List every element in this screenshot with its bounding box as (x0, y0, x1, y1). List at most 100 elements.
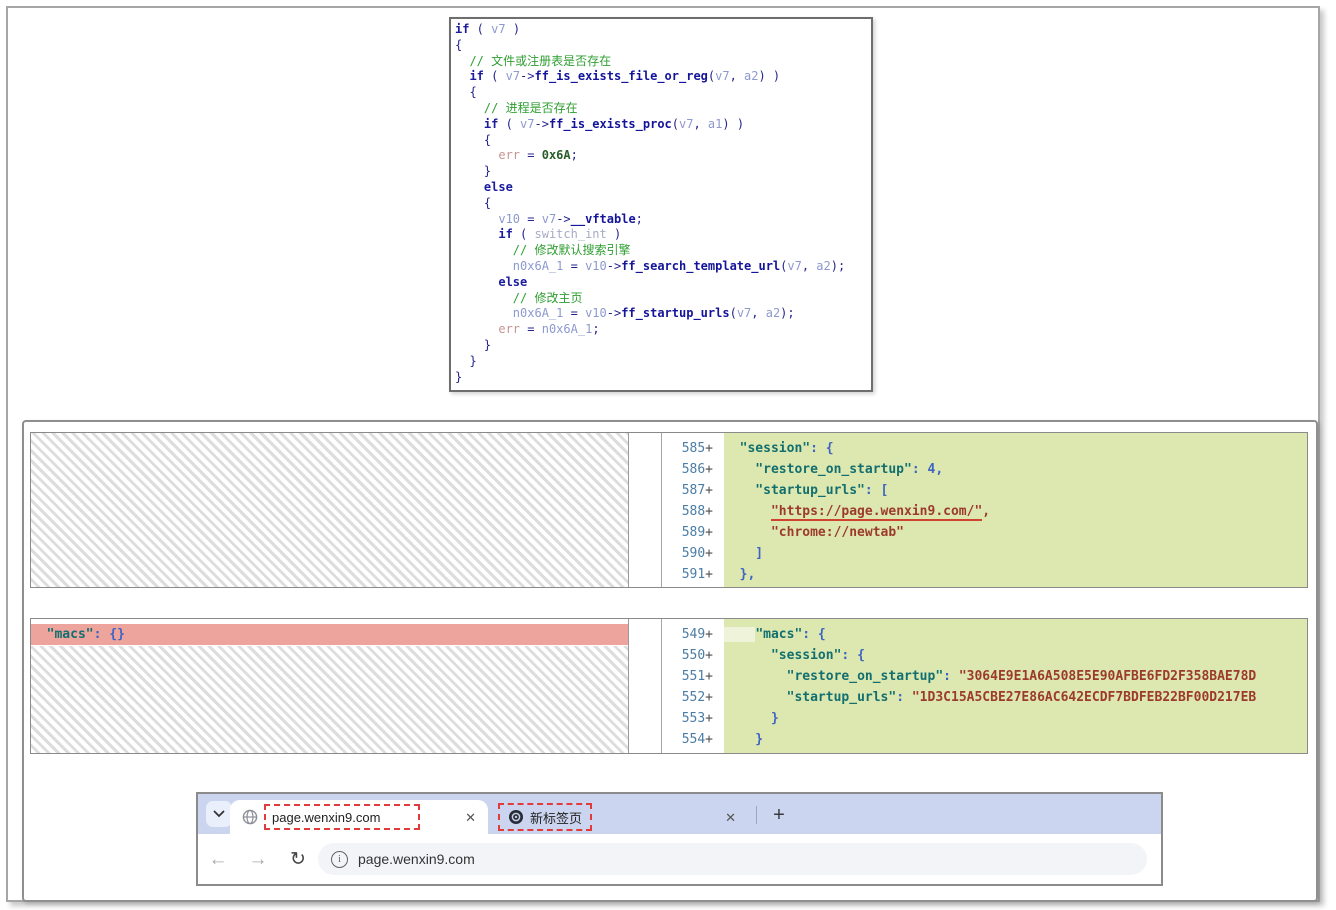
added-marker: + (705, 711, 713, 726)
tab-search-button[interactable] (206, 801, 232, 827)
token: : { (841, 648, 864, 663)
token: "session" (771, 648, 841, 663)
line-number-value: 553 (682, 711, 705, 726)
tab-title: 新标签页 (530, 808, 582, 827)
added-marker: + (705, 648, 713, 663)
token: v7 (520, 117, 534, 131)
tab-new-tab-page[interactable]: 新标签页 ✕ (490, 800, 748, 834)
tab-separator (756, 806, 757, 824)
diff-panel-macs: "macs": {} 549+550+551+552+553+554+ "mac… (30, 618, 1308, 754)
annotation-box-newtab: 新标签页 (498, 803, 592, 831)
token: v7 (679, 117, 693, 131)
token: , (982, 504, 990, 519)
screenshot-canvas: if ( v7 ){ // 文件或注册表是否存在 if ( v7->ff_is_… (0, 0, 1336, 910)
token: v7 (787, 259, 801, 273)
code-line: { (455, 38, 871, 54)
tab-title: page.wenxin9.com (272, 810, 380, 825)
line-number: 587+ (662, 480, 724, 501)
close-tab-icon[interactable]: ✕ (465, 811, 476, 824)
line-number-value: 587 (682, 483, 705, 498)
browser-toolbar: ← → ↻ i page.wenxin9.com (198, 834, 1161, 884)
code-line: // 文件或注册表是否存在 (455, 54, 871, 70)
token: switch_int (535, 227, 607, 241)
page-frame: if ( v7 ){ // 文件或注册表是否存在 if ( v7->ff_is_… (6, 6, 1320, 902)
code-line: { (455, 196, 871, 212)
token: n0x6A_1 (513, 259, 564, 273)
token: ( (672, 117, 679, 131)
line-number: 550+ (662, 645, 724, 666)
token (455, 117, 484, 131)
info-icon[interactable]: i (331, 851, 348, 868)
added-marker: + (705, 732, 713, 747)
token: ff_search_template_url (621, 259, 780, 273)
token (455, 259, 513, 273)
line-number: 552+ (662, 687, 724, 708)
token: , (693, 117, 707, 131)
token: "https://page.wenxin9.com/" (771, 504, 982, 521)
token: = (563, 259, 585, 273)
token (724, 627, 755, 642)
code-line: if ( v7 ) (455, 22, 871, 38)
token: ( (484, 69, 506, 83)
line-number-value: 554 (682, 732, 705, 747)
new-tab-button[interactable]: + (766, 802, 792, 828)
code-line: n0x6A_1 = v10->ff_startup_urls(v7, a2); (455, 306, 871, 322)
token: } (455, 370, 462, 384)
added-marker: + (705, 483, 713, 498)
token: ff_is_exists_file_or_reg (535, 69, 708, 83)
token: { (455, 133, 491, 147)
annotation-box-tab-title: page.wenxin9.com (264, 804, 420, 830)
token: , (802, 259, 816, 273)
browser-window: page.wenxin9.com ✕ (196, 792, 1163, 886)
line-number: 591+ (662, 564, 724, 585)
token: = (563, 306, 585, 320)
token: ; (592, 322, 599, 336)
code-line: { (455, 85, 871, 101)
code-line: // 修改主页 (455, 291, 871, 307)
close-tab-icon[interactable]: ✕ (725, 811, 736, 824)
token: ff_startup_urls (621, 306, 729, 320)
missing-lines-hatch (31, 433, 628, 587)
token: // 修改默认搜索引擎 (455, 243, 630, 257)
diff-added-line: "chrome://newtab" (724, 522, 1307, 543)
token: = (520, 212, 542, 226)
reload-icon[interactable]: ↻ (278, 850, 318, 869)
token: , (935, 462, 943, 477)
code-line: // 修改默认搜索引擎 (455, 243, 871, 259)
diff-removed-line: "macs": {} (31, 624, 628, 645)
token: , (730, 69, 744, 83)
added-marker: + (705, 462, 713, 477)
diff-added-line: "restore_on_startup": 4, (724, 459, 1307, 480)
token: = (520, 322, 542, 336)
token: ) (506, 22, 520, 36)
token: v10 (498, 212, 520, 226)
tab-page-wenxin9[interactable]: page.wenxin9.com ✕ (230, 800, 488, 834)
back-icon[interactable]: ← (198, 850, 238, 869)
code-line: } (455, 354, 871, 370)
diff-added-line: "macs": { (724, 624, 1307, 645)
diff-added-line: "startup_urls": "1D3C15A5CBE27E86AC642EC… (724, 687, 1307, 708)
line-number-value: 551 (682, 669, 705, 684)
added-marker: + (705, 504, 713, 519)
forward-icon[interactable]: → (238, 850, 278, 869)
added-marker: + (705, 627, 713, 642)
diff-added-line: } (724, 729, 1307, 750)
chevron-down-icon (213, 810, 225, 818)
token: ( (730, 306, 737, 320)
token: : (896, 690, 912, 705)
token: if (455, 22, 469, 36)
token: else (484, 180, 513, 194)
token: -> (520, 69, 534, 83)
diff-added-line: "session": { (724, 645, 1307, 666)
token: v10 (585, 259, 607, 273)
address-bar[interactable]: i page.wenxin9.com (318, 843, 1147, 875)
token: ( (513, 227, 535, 241)
line-number: 551+ (662, 666, 724, 687)
token: "restore_on_startup" (724, 462, 912, 477)
added-marker: + (705, 669, 713, 684)
token: }, (724, 567, 755, 582)
code-line: n0x6A_1 = v10->ff_search_template_url(v7… (455, 259, 871, 275)
token (455, 275, 498, 289)
browser-tab-strip: page.wenxin9.com ✕ (198, 794, 1161, 834)
browser-logo-icon (508, 809, 524, 825)
